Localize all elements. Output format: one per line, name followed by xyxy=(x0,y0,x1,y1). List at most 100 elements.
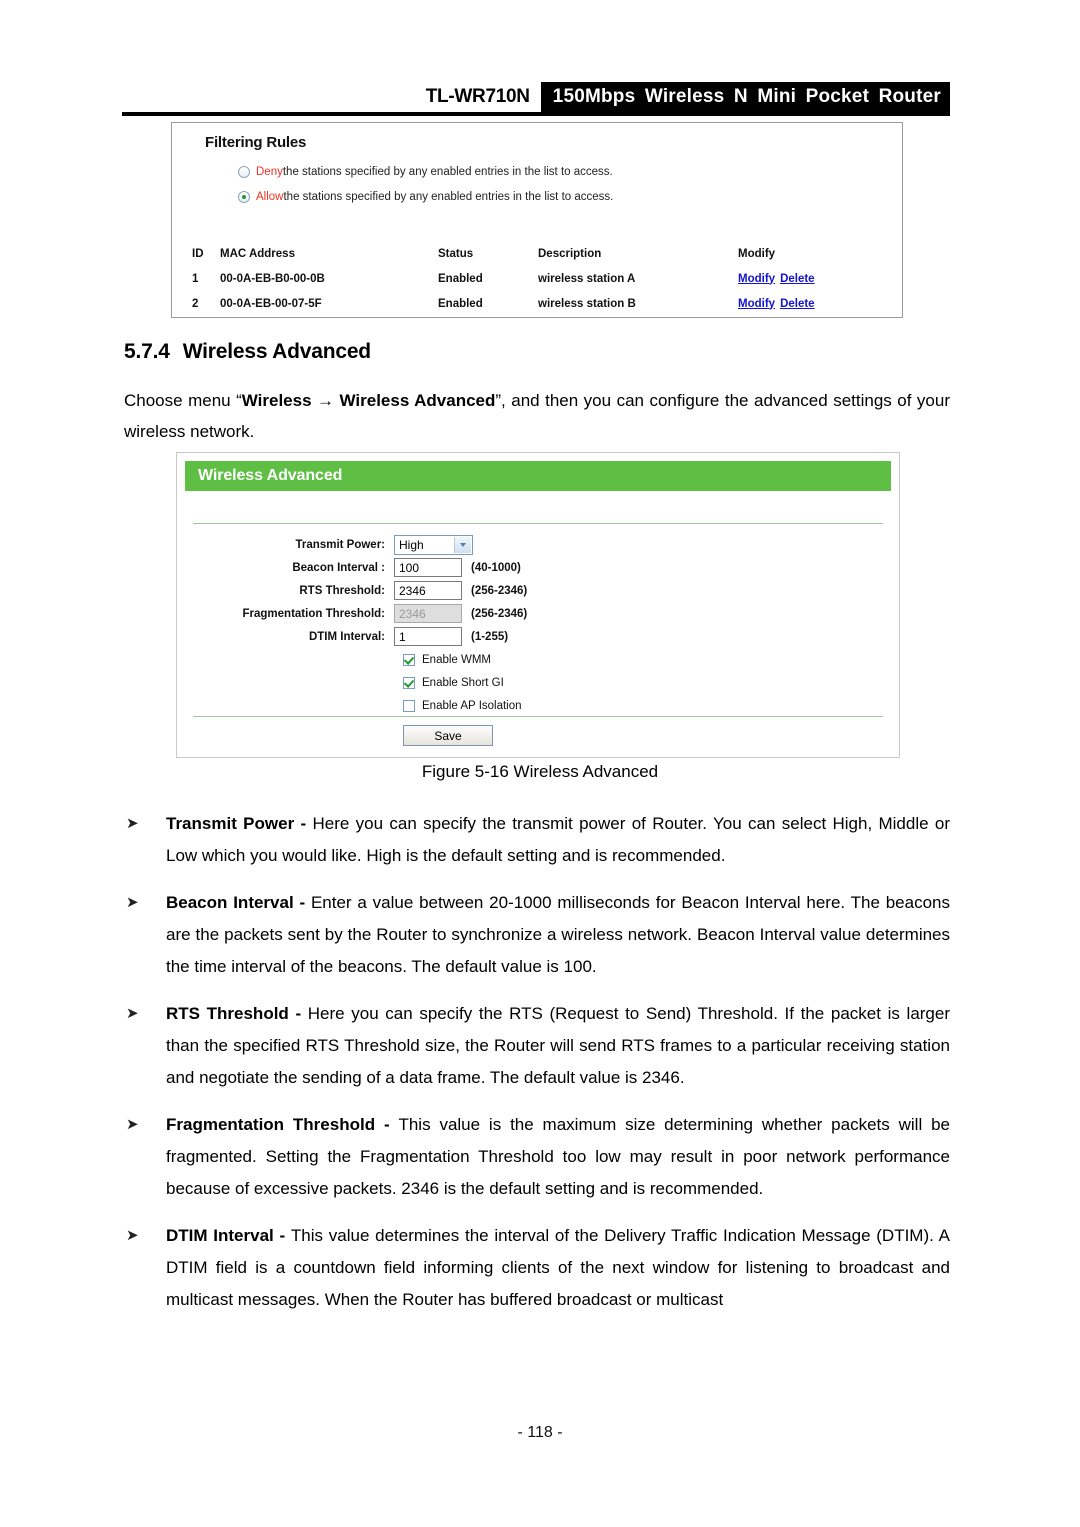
running-header: TL-WR710N 150Mbps Wireless N Mini Pocket… xyxy=(122,82,950,112)
enable-short-gi-label: Enable Short GI xyxy=(422,676,504,689)
filtering-rules-table: ID MAC Address Status Description Modify… xyxy=(192,241,884,316)
delete-link[interactable]: Delete xyxy=(780,298,815,310)
field-row-fragmentation-threshold: Fragmentation Threshold: 2346 (256-2346) xyxy=(177,602,899,625)
cell-status: Enabled xyxy=(438,272,483,285)
bullet-arrow-icon: ➤ xyxy=(126,1005,139,1022)
list-item: ➤ Beacon Interval - Enter a value between… xyxy=(124,887,950,983)
beacon-interval-range-hint: (40-1000) xyxy=(471,561,521,574)
delete-link[interactable]: Delete xyxy=(780,273,815,285)
intro-prefix: Choose menu “ xyxy=(124,391,242,410)
enable-wmm-toggle[interactable]: Enable WMM xyxy=(394,653,492,666)
allow-keyword: Allow xyxy=(256,191,284,203)
column-header-modify: Modify xyxy=(738,247,776,260)
field-row-dtim-interval: DTIM Interval: 1 (1-255) xyxy=(177,625,899,648)
list-item: ➤ Fragmentation Threshold - This value is… xyxy=(124,1109,950,1205)
checkbox-short-gi-icon[interactable] xyxy=(403,676,415,689)
label-rts-threshold: RTS Threshold: xyxy=(299,584,385,597)
table-row: 2 00-0A-EB-00-07-5F Enabled wireless sta… xyxy=(192,291,884,316)
radio-allow-icon[interactable] xyxy=(238,191,250,203)
cell-id: 2 xyxy=(192,297,199,310)
document-page: TL-WR710N 150Mbps Wireless N Mini Pocket… xyxy=(0,0,1080,1527)
enable-ap-isolation-label: Enable AP Isolation xyxy=(422,699,522,712)
column-header-id: ID xyxy=(192,247,204,260)
cell-modify-actions: Modify Delete xyxy=(738,266,884,291)
description-bullet-list: ➤ Transmit Power - Here you can specify t… xyxy=(124,808,950,1331)
chevron-down-icon[interactable] xyxy=(454,536,471,553)
cell-id: 1 xyxy=(192,272,199,285)
bullet-arrow-icon: ➤ xyxy=(126,894,139,911)
wireless-advanced-screenshot: Wireless Advanced Transmit Power: High B… xyxy=(176,452,900,758)
cell-status: Enabled xyxy=(438,297,483,310)
label-beacon-interval: Beacon Interval : xyxy=(292,561,385,574)
panel-bottom-divider xyxy=(193,716,883,717)
modify-link[interactable]: Modify xyxy=(738,273,775,285)
device-model-label: TL-WR710N xyxy=(425,86,530,107)
list-item: ➤ DTIM Interval - This value determines t… xyxy=(124,1220,950,1316)
bullet-term: DTIM Interval - xyxy=(166,1226,291,1245)
header-divider-rule xyxy=(122,112,950,116)
column-header-status: Status xyxy=(438,247,474,260)
list-item: ➤ RTS Threshold - Here you can specify th… xyxy=(124,998,950,1094)
radio-deny-icon[interactable] xyxy=(238,166,250,178)
bullet-arrow-icon: ➤ xyxy=(126,815,139,832)
intro-menu-wireless-advanced: Wireless Advanced xyxy=(339,391,496,410)
cell-mac-address: 00-0A-EB-00-07-5F xyxy=(220,297,322,310)
product-name-banner: 150Mbps Wireless N Mini Pocket Router xyxy=(540,82,950,112)
bullet-arrow-icon: ➤ xyxy=(126,1116,139,1133)
checkbox-wmm-icon[interactable] xyxy=(403,653,415,666)
panel-banner-title: Wireless Advanced xyxy=(198,467,343,484)
label-fragmentation-threshold: Fragmentation Threshold: xyxy=(242,607,385,620)
save-button[interactable]: Save xyxy=(403,725,493,746)
column-header-description: Description xyxy=(538,247,602,260)
section-title: Wireless Advanced xyxy=(182,340,371,363)
section-number: 5.7.4 xyxy=(124,340,170,363)
section-heading: 5.7.4 Wireless Advanced xyxy=(124,340,371,364)
arrow-right-icon: → xyxy=(311,391,340,410)
label-transmit-power: Transmit Power: xyxy=(295,538,385,551)
field-row-beacon-interval: Beacon Interval : 100 (40-1000) xyxy=(177,556,899,579)
deny-keyword: Deny xyxy=(256,166,283,178)
save-button-area: Save xyxy=(177,725,899,746)
beacon-interval-input[interactable]: 100 xyxy=(394,558,462,577)
field-row-transmit-power: Transmit Power: High xyxy=(177,533,899,556)
bullet-term: Fragmentation Threshold - xyxy=(166,1115,399,1134)
deny-rule-option[interactable]: Deny the stations specified by any enabl… xyxy=(238,166,613,178)
dtim-interval-range-hint: (1-255) xyxy=(471,630,509,643)
page-footer: - 118 - xyxy=(517,1424,563,1441)
enable-short-gi-toggle[interactable]: Enable Short GI xyxy=(394,676,504,689)
allow-rule-text: the stations specified by any enabled en… xyxy=(283,191,614,203)
fragmentation-threshold-range-hint: (256-2346) xyxy=(471,607,528,620)
table-row: 1 00-0A-EB-B0-00-0B Enabled wireless sta… xyxy=(192,266,884,291)
bullet-term: Beacon Interval - xyxy=(166,893,311,912)
intro-menu-wireless: Wireless xyxy=(241,391,312,410)
deny-rule-text: the stations specified by any enabled en… xyxy=(282,166,613,178)
bullet-term: Transmit Power - xyxy=(166,814,313,833)
enable-ap-isolation-toggle[interactable]: Enable AP Isolation xyxy=(394,699,522,712)
label-dtim-interval: DTIM Interval: xyxy=(308,630,385,643)
cell-description: wireless station B xyxy=(538,297,636,310)
cell-mac-address: 00-0A-EB-B0-00-0B xyxy=(220,272,325,285)
list-item: ➤ Transmit Power - Here you can specify t… xyxy=(124,808,950,872)
table-header-row: ID MAC Address Status Description Modify xyxy=(192,241,884,266)
transmit-power-value: High xyxy=(399,537,424,552)
intro-paragraph: Choose menu “Wireless → Wireless Advance… xyxy=(124,385,950,447)
dtim-interval-input[interactable]: 1 xyxy=(394,627,462,646)
rts-threshold-input[interactable]: 2346 xyxy=(394,581,462,600)
wireless-advanced-form: Transmit Power: High Beacon Interval : 1… xyxy=(177,533,899,717)
enable-wmm-label: Enable WMM xyxy=(422,653,492,666)
panel-top-divider xyxy=(193,523,883,524)
column-header-mac-address: MAC Address xyxy=(220,247,295,260)
filtering-rules-title: Filtering Rules xyxy=(205,134,307,151)
checkbox-row-enable-short-gi: Enable Short GI xyxy=(177,671,899,694)
checkbox-ap-isolation-icon[interactable] xyxy=(403,699,415,712)
allow-rule-option[interactable]: Allow the stations specified by any enab… xyxy=(238,191,613,203)
checkbox-row-enable-wmm: Enable WMM xyxy=(177,648,899,671)
transmit-power-select[interactable]: High xyxy=(394,534,473,555)
bullet-arrow-icon: ➤ xyxy=(126,1227,139,1244)
figure-caption: Figure 5-16 Wireless Advanced xyxy=(421,762,659,781)
modify-link[interactable]: Modify xyxy=(738,298,775,310)
panel-banner: Wireless Advanced xyxy=(185,461,891,491)
field-row-rts-threshold: RTS Threshold: 2346 (256-2346) xyxy=(177,579,899,602)
checkbox-row-enable-ap-isolation: Enable AP Isolation xyxy=(177,694,899,717)
rts-threshold-range-hint: (256-2346) xyxy=(471,584,528,597)
